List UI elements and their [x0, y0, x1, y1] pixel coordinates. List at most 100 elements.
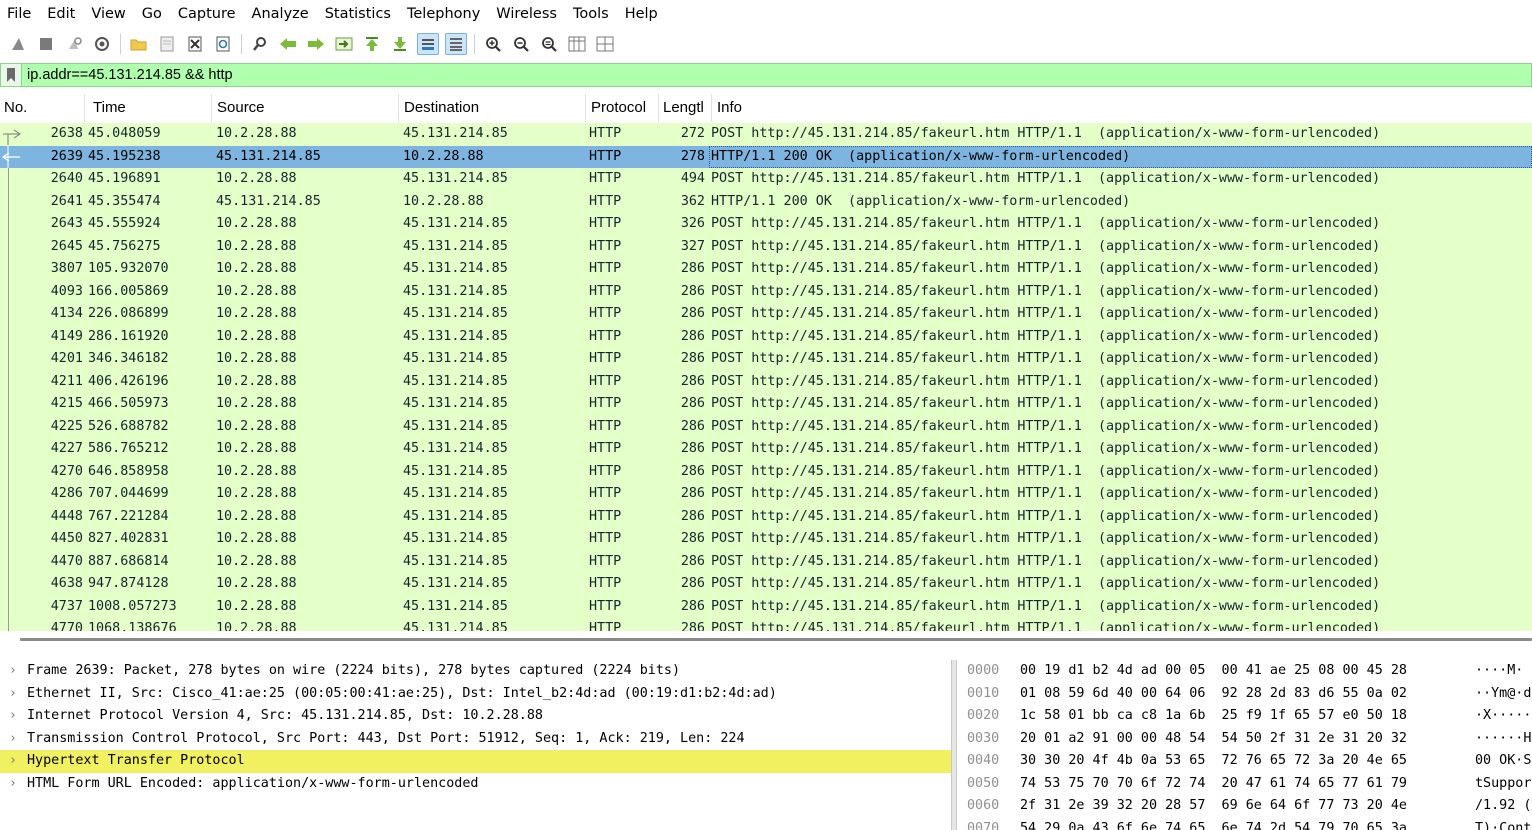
- chevron-right-icon[interactable]: ›: [0, 728, 27, 751]
- column-header-length[interactable]: Lengtl: [659, 94, 712, 122]
- column-header-protocol[interactable]: Protocol: [586, 94, 659, 122]
- packet-row[interactable]: 2641 45.355474 45.131.214.85 10.2.28.88 HTTP…: [0, 190, 1532, 213]
- menu-statistics[interactable]: Statistics: [317, 0, 399, 28]
- column-header-no[interactable]: No.: [0, 94, 85, 122]
- packet-row[interactable]: 4470 887.686814 10.2.28.88 45.131.214.85 HTT…: [0, 550, 1532, 573]
- menu-help[interactable]: Help: [617, 0, 666, 28]
- packet-row[interactable]: 4638 947.874128 10.2.28.88 45.131.214.85 HTT…: [0, 573, 1532, 596]
- menu-tools[interactable]: Tools: [565, 0, 617, 28]
- packet-bytes-pane[interactable]: 0000 00 19 d1 b2 4d ad 00 05 00 41 ae 25 …: [958, 660, 1532, 830]
- find-packet-icon[interactable]: [249, 33, 271, 55]
- bytes-row[interactable]: 0070 54 29 0a 43 6f 6e 74 65 6e 74 2d 54 …: [958, 818, 1532, 830]
- go-forward-icon[interactable]: [305, 33, 327, 55]
- menu-telephony[interactable]: Telephony: [399, 0, 488, 28]
- menu-capture[interactable]: Capture: [170, 0, 244, 28]
- packet-details-pane[interactable]: › Frame 2639: Packet, 278 bytes on wire (…: [0, 660, 951, 830]
- display-filter-input[interactable]: [22, 64, 1531, 86]
- detail-tree-item[interactable]: › HTML Form URL Encoded: application/x-ww…: [0, 773, 951, 796]
- detail-tree-item[interactable]: › Transmission Control Protocol, Src Port…: [0, 728, 951, 751]
- packet-row[interactable]: 4737 1008.057273 10.2.28.88 45.131.214.85 HT…: [0, 595, 1532, 618]
- packet-number: 4215: [50, 396, 83, 411]
- packet-row[interactable]: 2645 45.756275 10.2.28.88 45.131.214.85 HTTP…: [0, 235, 1532, 258]
- chevron-right-icon[interactable]: ›: [0, 773, 27, 796]
- packet-number: 2638: [50, 126, 83, 141]
- pane-splitter[interactable]: [951, 660, 957, 830]
- chevron-right-icon[interactable]: ›: [0, 683, 27, 706]
- menu-edit[interactable]: Edit: [39, 0, 83, 28]
- packet-destination: 45.131.214.85: [403, 576, 508, 591]
- packet-protocol: HTTP: [589, 508, 622, 524]
- column-header-time[interactable]: Time: [85, 94, 212, 122]
- menu-view[interactable]: View: [83, 0, 133, 28]
- chevron-right-icon[interactable]: ›: [0, 750, 27, 773]
- go-last-icon[interactable]: [389, 33, 411, 55]
- packet-source: 10.2.28.88: [216, 621, 297, 631]
- reload-file-icon[interactable]: [212, 33, 234, 55]
- detail-tree-item[interactable]: › Hypertext Transfer Protocol: [0, 750, 951, 773]
- bytes-row[interactable]: 0060 2f 31 2e 39 32 20 28 57 69 6e 64 6f …: [958, 795, 1532, 818]
- packet-row[interactable]: 4270 646.858958 10.2.28.88 45.131.214.85 HTT…: [0, 460, 1532, 483]
- packet-row[interactable]: 4134 226.086899 10.2.28.88 45.131.214.85 HTT…: [0, 303, 1532, 326]
- bytes-row[interactable]: 0040 30 30 20 4f 4b 0a 53 65 72 76 65 72 …: [958, 750, 1532, 773]
- chevron-right-icon[interactable]: ›: [0, 705, 27, 728]
- packet-protocol: HTTP: [589, 531, 622, 546]
- packet-number: 2643: [50, 216, 83, 231]
- chevron-right-icon[interactable]: ›: [0, 660, 27, 683]
- packet-row[interactable]: 4227 586.765212 10.2.28.88 45.131.214.85 HTT…: [0, 438, 1532, 461]
- packet-row[interactable]: 4211 406.426196 10.2.28.88 45.131.214.85 HTT…: [0, 370, 1532, 393]
- save-file-icon[interactable]: [156, 33, 178, 55]
- column-header-destination[interactable]: Destination: [399, 94, 586, 122]
- packet-row[interactable]: 4770 1068.138676 10.2.28.88 45.131.214.85 HT…: [0, 618, 1532, 631]
- bytes-row[interactable]: 0010 01 08 59 6d 40 00 64 06 92 28 2d 83 …: [958, 683, 1532, 706]
- autoscroll-icon[interactable]: [417, 33, 439, 55]
- close-file-icon[interactable]: [184, 33, 206, 55]
- horizontal-scrollbar[interactable]: [20, 638, 1532, 641]
- packet-row[interactable]: 2638 45.048059 10.2.28.88 45.131.214.85 HTTP…: [0, 123, 1532, 146]
- packet-time: 586.765212: [88, 441, 169, 456]
- detail-tree-item[interactable]: › Frame 2639: Packet, 278 bytes on wire (…: [0, 660, 951, 683]
- detail-tree-item[interactable]: › Ethernet II, Src: Cisco_41:ae:25 (00:05…: [0, 683, 951, 706]
- zoom-in-icon[interactable]: [482, 33, 504, 55]
- menu-go[interactable]: Go: [134, 0, 170, 28]
- stop-capture-icon[interactable]: [35, 33, 57, 55]
- packet-row[interactable]: 4149 286.161920 10.2.28.88 45.131.214.85 HTT…: [0, 325, 1532, 348]
- packet-row[interactable]: 4450 827.402831 10.2.28.88 45.131.214.85 HTT…: [0, 528, 1532, 551]
- bytes-row[interactable]: 0030 20 01 a2 91 00 00 48 54 54 50 2f 31 …: [958, 728, 1532, 751]
- colorize-icon[interactable]: [445, 33, 467, 55]
- menu-analyze[interactable]: Analyze: [244, 0, 317, 28]
- menu-wireless[interactable]: Wireless: [488, 0, 565, 28]
- packet-row[interactable]: 4448 767.221284 10.2.28.88 45.131.214.85 HTT…: [0, 505, 1532, 528]
- bytes-row[interactable]: 0020 1c 58 01 bb ca c8 1a 6b 25 f9 1f 65 …: [958, 705, 1532, 728]
- bytes-row[interactable]: 0000 00 19 d1 b2 4d ad 00 05 00 41 ae 25 …: [958, 660, 1532, 683]
- zoom-out-icon[interactable]: [510, 33, 532, 55]
- packet-source: 10.2.28.88: [216, 576, 297, 591]
- packet-row[interactable]: 2640 45.196891 10.2.28.88 45.131.214.85 HTTP…: [0, 168, 1532, 191]
- packet-row[interactable]: 4201 346.346182 10.2.28.88 45.131.214.85 HTT…: [0, 348, 1532, 371]
- zoom-normal-icon[interactable]: [538, 33, 560, 55]
- packet-row[interactable]: 4286 707.044699 10.2.28.88 45.131.214.85 HTT…: [0, 483, 1532, 506]
- capture-options-icon[interactable]: [91, 33, 113, 55]
- bytes-row[interactable]: 0050 74 53 75 70 70 6f 72 74 20 47 61 74 …: [958, 773, 1532, 796]
- open-file-icon[interactable]: [128, 33, 150, 55]
- packet-length: 286: [680, 576, 705, 591]
- packet-row[interactable]: 4093 166.005869 10.2.28.88 45.131.214.85 HTT…: [0, 280, 1532, 303]
- resize-columns-icon[interactable]: [566, 33, 588, 55]
- go-to-packet-icon[interactable]: [333, 33, 355, 55]
- packet-source: 10.2.28.88: [216, 328, 297, 344]
- packet-row[interactable]: 2643 45.555924 10.2.28.88 45.131.214.85 HTTP…: [0, 213, 1532, 236]
- detail-tree-item[interactable]: › Internet Protocol Version 4, Src: 45.13…: [0, 705, 951, 728]
- go-first-icon[interactable]: [361, 33, 383, 55]
- column-header-info[interactable]: Info: [712, 94, 1532, 122]
- restart-capture-icon[interactable]: [63, 33, 85, 55]
- packet-list[interactable]: 2638 45.048059 10.2.28.88 45.131.214.85 HTTP…: [0, 123, 1532, 631]
- menu-file[interactable]: File: [0, 0, 39, 28]
- start-capture-icon[interactable]: [7, 33, 29, 55]
- packet-row[interactable]: 2639 45.195238 45.131.214.85 10.2.28.88 HTTP…: [0, 145, 1532, 168]
- layout-icon[interactable]: [594, 33, 616, 55]
- packet-row[interactable]: 3807 105.932070 10.2.28.88 45.131.214.85 HTT…: [0, 258, 1532, 281]
- column-header-source[interactable]: Source: [212, 94, 399, 122]
- packet-row[interactable]: 4215 466.505973 10.2.28.88 45.131.214.85 HTT…: [0, 393, 1532, 416]
- bookmark-icon[interactable]: [1, 64, 22, 86]
- packet-row[interactable]: 4225 526.688782 10.2.28.88 45.131.214.85 HTT…: [0, 415, 1532, 438]
- go-back-icon[interactable]: [277, 33, 299, 55]
